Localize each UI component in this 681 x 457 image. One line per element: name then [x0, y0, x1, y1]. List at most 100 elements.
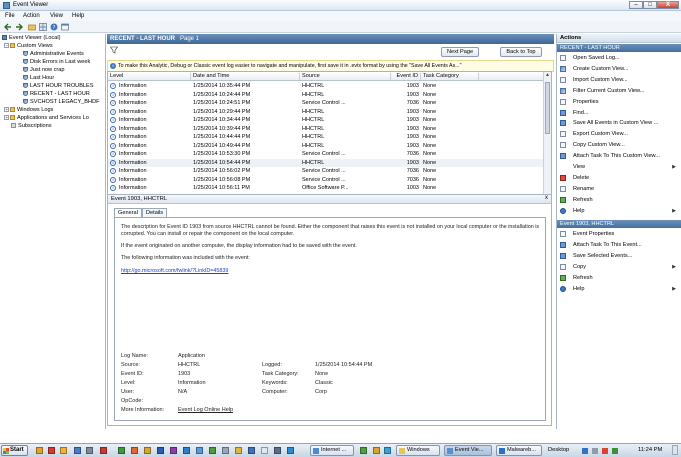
quicklaunch-folder-icon[interactable] [36, 447, 43, 454]
table-row[interactable]: i Information 1/25/2014 10:44:44 PM HHCTRL 1… [108, 133, 544, 142]
task-windows[interactable]: Windows [396, 445, 440, 456]
action-rename[interactable]: Rename [557, 184, 681, 194]
action-import-custom-view[interactable]: Import Custom View... [557, 75, 681, 85]
quicklaunch-pdf-icon[interactable] [100, 447, 107, 454]
close-button[interactable]: X [657, 1, 679, 9]
scroll-thumb[interactable] [545, 82, 550, 134]
desktop-toolbar-label[interactable]: Desktop [548, 447, 569, 453]
expand-icon[interactable]: + [4, 115, 9, 121]
start-button[interactable]: Start [1, 445, 28, 456]
tree-subscriptions[interactable]: Subscriptions [11, 123, 52, 131]
scroll-up-arrow-icon[interactable]: ▲ [544, 72, 551, 80]
tree-apps-services[interactable]: + Applications and Services Lo [4, 115, 89, 123]
quicklaunch-outlook-icon[interactable] [183, 447, 190, 454]
show-desktop-button[interactable] [672, 445, 678, 455]
action-filter-current-custom-view[interactable]: Filter Current Custom View... [557, 86, 681, 96]
action-open-saved-log[interactable]: Open Saved Log... [557, 53, 681, 63]
tray-clock[interactable]: 11:24 PM [638, 447, 662, 453]
action-attach-task-to-this-custom-view[interactable]: Attach Task To This Custom View... [557, 151, 681, 161]
table-row[interactable]: i Information 1/25/2014 10:24:44 PM HHCTRL 1… [108, 91, 544, 100]
quicklaunch-app8-icon[interactable] [287, 447, 294, 454]
tray-security-icon[interactable] [602, 448, 608, 454]
action-view[interactable]: View ▶ [557, 162, 681, 172]
quicklaunch-app2-icon[interactable] [209, 447, 216, 454]
event-log-online-help-link[interactable]: Event Log Online Help [178, 407, 233, 413]
event-link[interactable]: http://go.microsoft.com/fwlink/?LinkID=4… [121, 268, 541, 275]
table-row[interactable]: i Information 1/25/2014 10:24:51 PM Service… [108, 99, 544, 108]
quicklaunch-app4-icon[interactable] [235, 447, 242, 454]
table-row[interactable]: i Information 1/25/2014 10:49:44 PM HHCTRL 1… [108, 142, 544, 151]
menu-view[interactable]: View [50, 13, 63, 19]
tree-custom-views[interactable]: − Custom Views [4, 43, 53, 51]
tray-volume-icon[interactable] [592, 448, 598, 454]
action-copy-custom-view[interactable]: Copy Custom View... [557, 140, 681, 150]
action-attach-task-to-this-event[interactable]: Attach Task To This Event... [557, 240, 681, 250]
action-help[interactable]: Help ▶ [557, 284, 681, 294]
action-help[interactable]: Help ▶ [557, 206, 681, 216]
tree-windows-logs[interactable]: + Windows Logs [4, 107, 53, 115]
back-arrow-icon[interactable] [4, 23, 12, 31]
tree-item-last-hour-troubles[interactable]: LAST HOUR TROUBLES [23, 83, 94, 91]
action-properties[interactable]: Properties [557, 97, 681, 107]
actions-section-event[interactable]: Event 1903, HHCTRL [557, 220, 681, 228]
quicklaunch-app6-icon[interactable] [261, 447, 268, 454]
close-icon[interactable]: x [545, 195, 548, 201]
forward-arrow-icon[interactable] [15, 23, 23, 31]
quicklaunch-app7-icon[interactable] [274, 447, 281, 454]
maximize-button[interactable]: □ [643, 1, 657, 9]
action-export-custom-view[interactable]: Export Custom View... [557, 129, 681, 139]
quicklaunch-chrome-icon[interactable] [360, 447, 367, 454]
quicklaunch-app-icon[interactable] [60, 447, 67, 454]
quicklaunch-powerpoint-icon[interactable] [131, 447, 138, 454]
table-row[interactable]: i Information 1/25/2014 10:56:11 PM Office … [108, 184, 544, 193]
tree-item-recent-last-hour[interactable]: RECENT - LAST HOUR [23, 91, 90, 99]
column-event-id[interactable]: Event ID [391, 73, 421, 80]
action-delete[interactable]: Delete [557, 173, 681, 183]
tree-item-last-hour[interactable]: Last Hour [23, 75, 54, 83]
quicklaunch-app3-icon[interactable] [222, 447, 229, 454]
tree-root[interactable]: Event Viewer (Local) [2, 35, 61, 43]
column-date-time[interactable]: Date and Time [191, 73, 300, 80]
tree-item-svchost-legacy[interactable]: SVCHOST LEGACY_BHDF [23, 99, 100, 107]
table-row[interactable]: i Information 1/25/2014 10:56:02 PM Service… [108, 167, 544, 176]
column-task-category[interactable]: Task Category [421, 73, 479, 80]
column-level[interactable]: Level [108, 73, 191, 80]
table-row[interactable]: i Information 1/25/2014 10:39:44 PM HHCTRL 1… [108, 125, 544, 134]
task-malwarebytes[interactable]: Malwareb... [496, 445, 542, 456]
table-row[interactable]: i Information 1/25/2014 10:34:44 PM HHCTRL 1… [108, 116, 544, 125]
action-find[interactable]: Find... [557, 108, 681, 118]
expand-icon[interactable]: + [4, 107, 9, 113]
tree-item-administrative-events[interactable]: Administrative Events [23, 51, 84, 59]
quicklaunch-app5-icon[interactable] [248, 447, 255, 454]
action-create-custom-view[interactable]: Create Custom View... [557, 64, 681, 74]
quicklaunch-excel-icon[interactable] [118, 447, 125, 454]
menu-help[interactable]: Help [72, 13, 84, 19]
quicklaunch-onenote-icon[interactable] [170, 447, 177, 454]
tab-details[interactable]: Details [142, 208, 168, 217]
action-refresh[interactable]: Refresh [557, 273, 681, 283]
menu-file[interactable]: File [5, 13, 15, 19]
table-row[interactable]: i Information 1/25/2014 10:56:08 PM Service… [108, 176, 544, 185]
table-row[interactable]: i Information 1/25/2014 10:29:44 PM HHCTRL 1… [108, 108, 544, 117]
action-refresh[interactable]: Refresh [557, 195, 681, 205]
quicklaunch-folder2-icon[interactable] [144, 447, 151, 454]
table-row[interactable]: i Information 1/25/2014 10:53:30 PM Service… [108, 150, 544, 159]
quicklaunch-word-icon[interactable] [157, 447, 164, 454]
quicklaunch-help-icon[interactable] [74, 447, 81, 454]
console-icon[interactable] [61, 23, 69, 31]
action-event-properties[interactable]: Event Properties [557, 229, 681, 239]
column-source[interactable]: Source [300, 73, 391, 80]
table-row[interactable]: i Information 1/25/2014 10:54:44 PM HHCTRL 1… [108, 158, 544, 167]
grid-icon[interactable] [39, 23, 47, 31]
action-save-selected-events[interactable]: Save Selected Events... [557, 251, 681, 261]
tree-item-just-now-crap[interactable]: Just now crap [23, 67, 65, 75]
tray-app-icon[interactable] [612, 448, 618, 454]
minimize-button[interactable]: – [629, 1, 643, 9]
action-save-all-events-in-custom-view[interactable]: Save All Events in Custom View ... [557, 118, 681, 128]
task-internet-explorer[interactable]: Internet ... [310, 445, 354, 456]
quicklaunch-media2-icon[interactable] [384, 447, 391, 454]
back-to-top-button[interactable]: Back to Top [500, 47, 542, 57]
quicklaunch-media-icon[interactable] [48, 447, 55, 454]
action-copy[interactable]: Copy ▶ [557, 262, 681, 272]
tree-item-disk-errors[interactable]: Disk Errors in Last week [23, 59, 90, 67]
